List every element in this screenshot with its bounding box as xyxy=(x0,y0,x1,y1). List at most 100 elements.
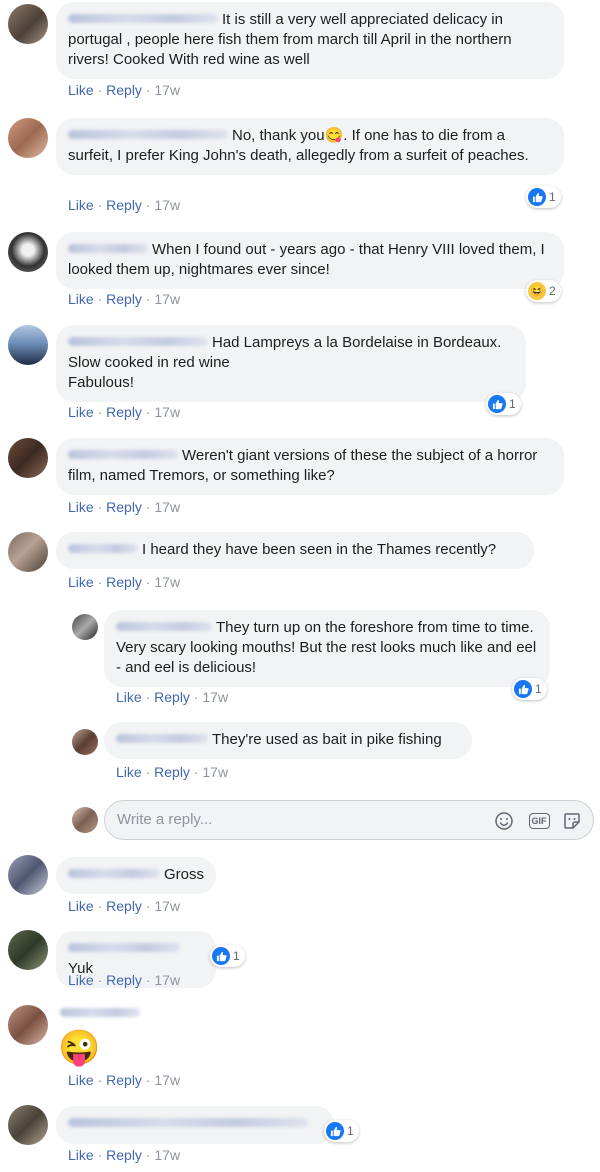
timestamp[interactable]: 17w xyxy=(202,689,228,705)
commenter-name[interactable] xyxy=(68,337,208,347)
avatar[interactable] xyxy=(8,930,48,970)
reply-link[interactable]: Reply xyxy=(106,404,142,420)
sticker-icon[interactable] xyxy=(561,810,583,832)
avatar[interactable] xyxy=(8,118,48,158)
timestamp[interactable]: 17w xyxy=(154,291,180,307)
emoji-icon[interactable] xyxy=(493,810,515,832)
like-link[interactable]: Like xyxy=(116,764,142,780)
separator: · xyxy=(145,499,151,515)
comment-bubble xyxy=(56,1106,334,1144)
reply-bubble: They turn up on the foreshore from time … xyxy=(104,610,550,687)
replier-name[interactable] xyxy=(116,734,208,744)
like-link[interactable]: Like xyxy=(68,574,94,590)
timestamp[interactable]: 17w xyxy=(154,197,180,213)
like-link[interactable]: Like xyxy=(68,404,94,420)
reply-avatar[interactable] xyxy=(72,729,98,755)
reaction-count: 1 xyxy=(535,682,542,696)
reaction-count: 1 xyxy=(233,949,240,963)
replier-name[interactable] xyxy=(116,622,212,632)
avatar[interactable] xyxy=(8,855,48,895)
comment-text-line: Had Lampreys a la Bordelaise in Bordeaux… xyxy=(212,334,502,351)
reaction-badge[interactable]: 1 xyxy=(486,393,521,415)
reply-link[interactable]: Reply xyxy=(106,197,142,213)
reply-link[interactable]: Reply xyxy=(106,82,142,98)
separator: · xyxy=(97,82,103,98)
comment-actions: Like · Reply · 17w xyxy=(68,403,180,421)
like-link[interactable]: Like xyxy=(68,291,94,307)
reply-link[interactable]: Reply xyxy=(106,499,142,515)
reaction-badge[interactable]: 1 xyxy=(324,1120,359,1142)
reply-link[interactable]: Reply xyxy=(106,291,142,307)
comment-bubble: Weren't giant versions of these the subj… xyxy=(56,438,564,495)
reply-link[interactable]: Reply xyxy=(106,972,142,988)
reaction-badge[interactable]: 1 xyxy=(210,945,245,967)
separator: · xyxy=(145,1072,151,1088)
commenter-name[interactable] xyxy=(68,244,148,254)
like-link[interactable]: Like xyxy=(68,1072,94,1088)
gif-icon[interactable]: GIF xyxy=(527,810,551,832)
current-user-avatar xyxy=(72,807,98,833)
separator: · xyxy=(145,689,151,705)
commenter-name[interactable] xyxy=(68,130,228,140)
commenter-name[interactable] xyxy=(68,943,180,953)
separator: · xyxy=(97,898,103,914)
timestamp[interactable]: 17w xyxy=(154,972,180,988)
comment-bubble: Had Lampreys a la Bordelaise in Bordeaux… xyxy=(56,325,526,402)
reply-link[interactable]: Reply xyxy=(154,689,190,705)
avatar[interactable] xyxy=(8,1005,48,1045)
avatar[interactable] xyxy=(8,1105,48,1145)
comment-bubble: It is still a very well appreciated deli… xyxy=(56,2,564,79)
like-link[interactable]: Like xyxy=(68,898,94,914)
reply-actions: Like · Reply · 17w xyxy=(116,763,228,781)
commenter-name[interactable] xyxy=(68,14,218,24)
comment-actions: Like · Reply · 17w xyxy=(68,897,180,915)
avatar[interactable] xyxy=(8,438,48,478)
avatar[interactable] xyxy=(8,4,48,44)
timestamp[interactable]: 17w xyxy=(154,574,180,590)
comment-actions: Like · Reply · 17w xyxy=(68,498,180,516)
reply-input[interactable]: Write a reply... GIF xyxy=(104,800,594,840)
commenter-name[interactable] xyxy=(68,869,160,879)
commenter-name[interactable] xyxy=(68,450,178,460)
timestamp[interactable]: 17w xyxy=(154,404,180,420)
reply-link[interactable]: Reply xyxy=(106,1147,142,1163)
separator: · xyxy=(97,1147,103,1163)
separator: · xyxy=(145,404,151,420)
reaction-badge[interactable]: 😆 2 xyxy=(526,280,561,302)
like-link[interactable]: Like xyxy=(68,1147,94,1163)
like-link[interactable]: Like xyxy=(68,499,94,515)
reply-placeholder: Write a reply... xyxy=(117,811,213,828)
thumbs-up-icon xyxy=(326,1122,344,1140)
avatar[interactable] xyxy=(8,232,48,272)
avatar[interactable] xyxy=(8,325,48,365)
timestamp[interactable]: 17w xyxy=(154,1147,180,1163)
commenter-name[interactable] xyxy=(68,1118,308,1128)
commenter-name[interactable] xyxy=(68,544,138,554)
timestamp[interactable]: 17w xyxy=(154,898,180,914)
comment-text-line: Slow cooked in red wine xyxy=(68,354,230,371)
reaction-count: 2 xyxy=(549,284,556,298)
reply-link[interactable]: Reply xyxy=(106,898,142,914)
avatar[interactable] xyxy=(8,532,48,572)
like-link[interactable]: Like xyxy=(116,689,142,705)
reply-actions: Like · Reply · 17w xyxy=(116,688,228,706)
reply-bubble: They're used as bait in pike fishing xyxy=(104,722,472,759)
reply-link[interactable]: Reply xyxy=(106,1072,142,1088)
like-link[interactable]: Like xyxy=(68,82,94,98)
reaction-badge[interactable]: 1 xyxy=(526,186,561,208)
timestamp[interactable]: 17w xyxy=(154,499,180,515)
commenter-name[interactable] xyxy=(60,1008,140,1017)
like-link[interactable]: Like xyxy=(68,197,94,213)
comment-actions: Like · Reply · 17w xyxy=(68,290,180,308)
like-link[interactable]: Like xyxy=(68,972,94,988)
reply-avatar[interactable] xyxy=(72,614,98,640)
timestamp[interactable]: 17w xyxy=(154,82,180,98)
reply-link[interactable]: Reply xyxy=(106,574,142,590)
thumbs-up-icon xyxy=(488,395,506,413)
separator: · xyxy=(97,972,103,988)
reaction-badge[interactable]: 1 xyxy=(512,678,547,700)
reply-link[interactable]: Reply xyxy=(154,764,190,780)
timestamp[interactable]: 17w xyxy=(154,1072,180,1088)
gif-label: GIF xyxy=(528,813,550,829)
timestamp[interactable]: 17w xyxy=(202,764,228,780)
